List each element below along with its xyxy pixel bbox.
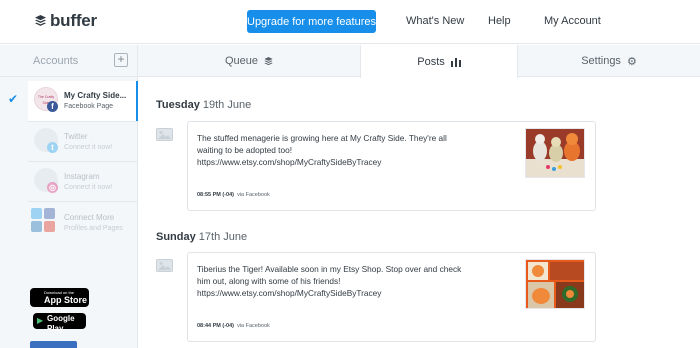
image-glyph [157,129,172,140]
post-thumbnail[interactable] [525,128,585,178]
app-store-badge[interactable]: Download on the App Store [30,288,89,307]
upgrade-button[interactable]: Upgrade for more features [247,10,376,33]
tab-queue[interactable]: Queue [138,45,360,77]
account-twitter[interactable]: t Twitter Connect it now! [28,122,138,162]
account-type: Facebook Page [64,103,114,110]
day-date: 19th June [202,99,252,111]
stuffed-animals-photo [526,129,584,177]
day-date: 17th June [198,231,248,243]
post-source: via Facebook [237,192,270,198]
tiger-collage-photo [526,260,584,308]
post-source: via Facebook [237,323,270,329]
app-store-big-text: App Store [44,295,88,305]
post-card[interactable]: Tiberius the Tiger! Available soon in my… [187,252,596,342]
account-instagram[interactable]: ◎ Instagram Connect it now! [28,162,138,202]
my-account-link[interactable]: My Account [544,15,601,27]
tab-label: Posts [417,55,445,68]
twitter-icon: t [47,142,58,153]
day-heading: Tuesday 19th June [156,99,251,111]
post-time: 08:44 PM (-04) [197,323,234,329]
image-icon [156,128,173,141]
post-text-line: waiting to be adopted too! [197,145,293,155]
account-my-crafty-side[interactable]: The Crafty Side f My Crafty Side... Face… [28,81,138,121]
stack-icon [264,56,273,65]
post-text: The stuffed menagerie is growing here at… [197,132,497,168]
account-name: Instagram [64,172,100,181]
post-text-line: The stuffed menagerie is growing here at… [197,133,447,143]
post-text: Tiberius the Tiger! Available soon in my… [197,263,497,299]
account-cta: Connect it now! [64,184,113,191]
connect-more-sub: Profiles and Pages [64,225,123,232]
image-glyph [157,260,172,271]
help-link[interactable]: Help [488,15,511,27]
post-text-line: him out, along with some of his friends! [197,276,341,286]
facebook-icon: f [47,101,58,112]
twitter-icon [31,208,42,219]
account-name: My Crafty Side... [64,91,127,100]
account-cta: Connect it now! [64,144,113,151]
tab-label: Settings [581,55,621,67]
google-play-big-text: Google Play [47,313,75,333]
play-icon: ▶ [37,316,44,325]
tab-settings[interactable]: Settings ⚙ [518,45,700,77]
connect-more-label: Connect More [64,213,115,222]
accounts-header: Accounts + [0,45,138,77]
google-play-badge[interactable]: ▶ GET IT ON Google Play [33,309,86,333]
day-name: Tuesday [156,99,200,111]
post-thumbnail[interactable] [525,259,585,309]
post-card[interactable]: The stuffed menagerie is growing here at… [187,121,596,211]
buffer-logo[interactable]: buffer [35,11,97,31]
google-plus-icon [44,221,55,232]
instagram-icon: ◎ [47,182,58,193]
social-icons-grid [31,208,56,233]
account-name: Twitter [64,132,88,141]
post-link[interactable]: https://www.etsy.com/shop/MyCraftySideBy… [197,156,497,168]
facebook-icon [44,208,55,219]
logo-text: buffer [50,11,97,30]
top-bar: buffer Upgrade for more features What's … [0,0,700,44]
gear-icon: ⚙ [626,55,637,68]
tab-label: Queue [224,55,259,67]
accounts-title: Accounts [33,55,79,67]
post-meta: 08:55 PM (-04) via Facebook [197,192,270,198]
selected-check-icon: ✔ [8,92,19,106]
post-text-line: Tiberius the Tiger! Available soon in my… [197,264,462,274]
buffer-stack-icon [35,15,46,26]
tab-posts[interactable]: Posts [360,45,518,78]
image-icon [156,259,173,272]
post-link[interactable]: https://www.etsy.com/shop/MyCraftySideBy… [197,287,497,299]
post-time: 08:55 PM (-04) [197,192,234,198]
post-meta: 08:44 PM (-04) via Facebook [197,323,270,329]
bar-chart-icon [450,57,461,67]
whats-new-link[interactable]: What's New [406,15,464,27]
partial-badge[interactable] [30,341,77,348]
day-heading: Sunday 17th June [156,231,247,243]
add-account-button[interactable]: + [114,53,128,67]
connect-more[interactable]: Connect More Profiles and Pages [28,203,138,243]
linkedin-icon [31,221,42,232]
divider [28,201,138,202]
day-name: Sunday [156,231,196,243]
main-tabs: Queue Posts Settings ⚙ [138,45,700,78]
